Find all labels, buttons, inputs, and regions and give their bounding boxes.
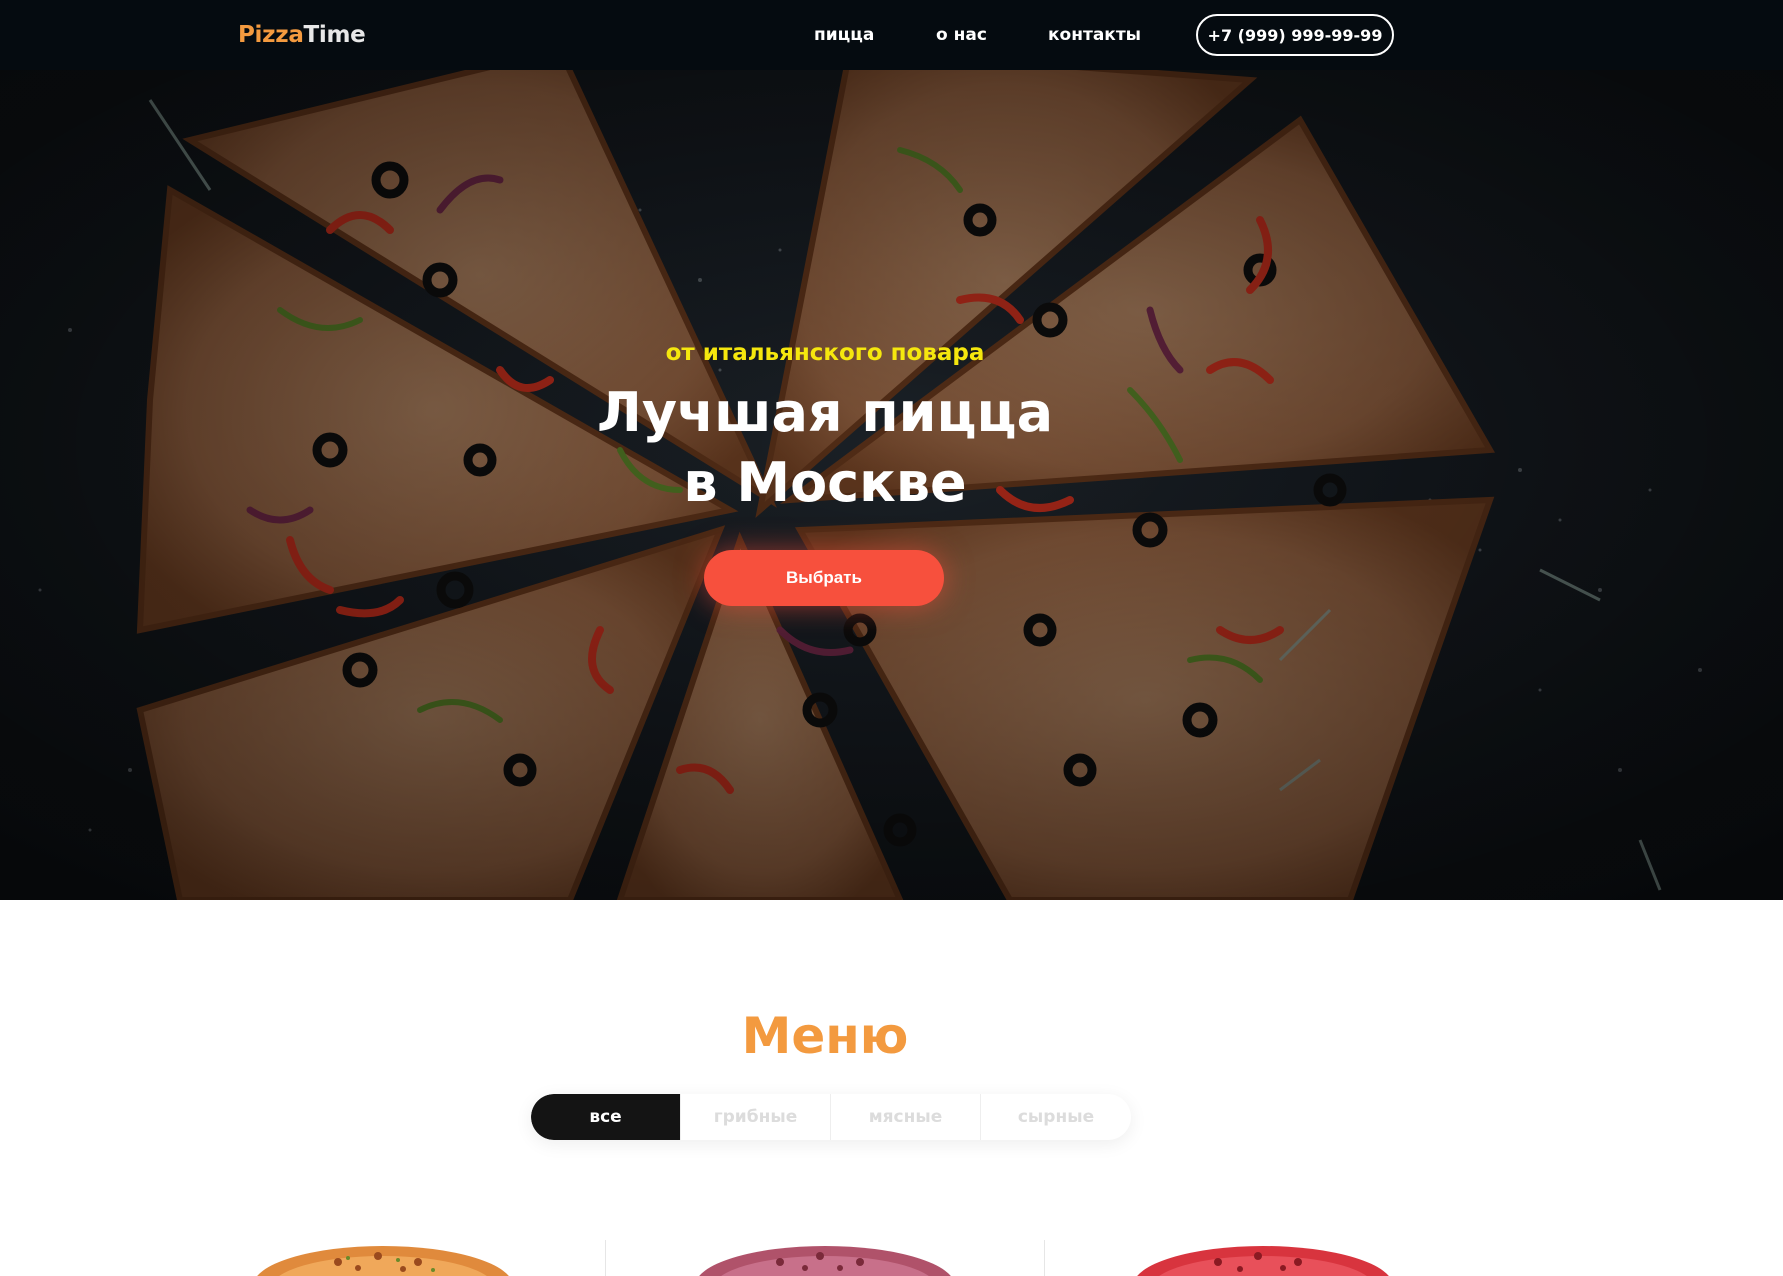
hero-title-line2: в Москве <box>683 451 967 514</box>
pizza-card-image[interactable] <box>690 1236 960 1276</box>
tab-cheese[interactable]: сырные <box>981 1094 1131 1140</box>
logo[interactable]: PizzaTime <box>238 20 366 50</box>
logo-part-pizza: Pizza <box>238 22 304 48</box>
card-divider <box>1044 1240 1045 1276</box>
pizza-card-image[interactable] <box>1128 1236 1398 1276</box>
nav-link-pizza[interactable]: пицца <box>814 22 874 48</box>
hero-subtitle: от итальянского повара <box>665 340 985 366</box>
tab-meat[interactable]: мясные <box>831 1094 981 1140</box>
site-header: PizzaTime пицца о нас контакты +7 (999) … <box>0 0 1783 70</box>
card-divider <box>605 1240 606 1276</box>
hero-section: от итальянского повара Лучшая пицца в Мо… <box>0 70 1783 900</box>
pizza-card-image[interactable] <box>248 1236 518 1276</box>
nav-link-contacts[interactable]: контакты <box>1048 22 1141 48</box>
hero-title: Лучшая пицца в Москве <box>0 378 1650 518</box>
logo-part-time: Time <box>303 22 366 48</box>
menu-title: Меню <box>741 1007 909 1065</box>
tab-all[interactable]: все <box>531 1094 681 1140</box>
hero-title-line1: Лучшая пицца <box>596 381 1054 444</box>
tab-mushroom[interactable]: грибные <box>681 1094 831 1140</box>
nav-link-about[interactable]: о нас <box>936 22 987 48</box>
phone-button[interactable]: +7 (999) 999-99-99 <box>1196 14 1394 56</box>
choose-button[interactable]: Выбрать <box>704 550 944 606</box>
menu-filter-tabs: все грибные мясные сырные <box>531 1094 1131 1140</box>
